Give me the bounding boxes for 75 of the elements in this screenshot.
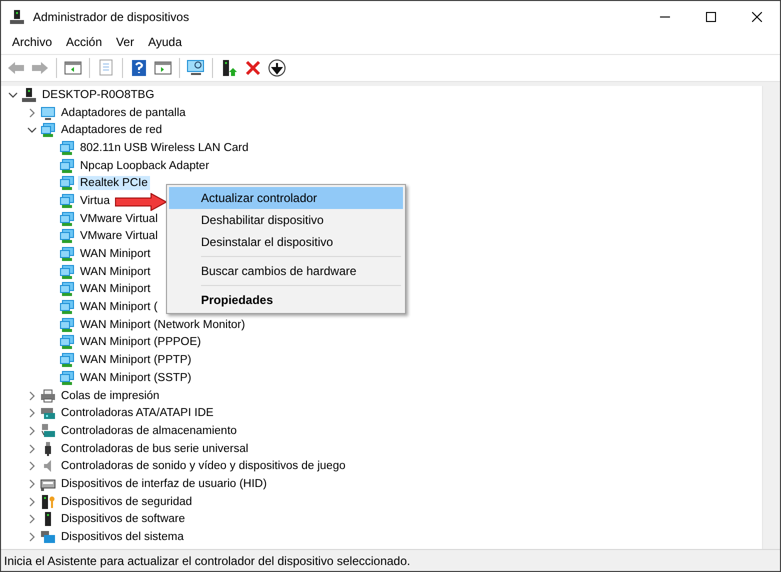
context-menu-item[interactable]: Propiedades [169,289,403,311]
disk-controller-icon [40,405,56,422]
tree-item[interactable]: WAN Miniport (SSTP) [78,370,194,385]
network-icon [59,316,75,333]
action-pane-icon [154,60,172,76]
network-icon [59,246,75,262]
tree-item[interactable]: Npcap Loopback Adapter [78,158,212,173]
app-icon [9,8,25,24]
context-menu-item[interactable]: Desinstalar el dispositivo [169,231,403,253]
network-icon [40,122,56,138]
tree-item[interactable]: Virtua [78,194,112,208]
console-tree-icon [64,60,82,76]
menu-item[interactable]: Archivo [5,32,60,52]
properties-icon [98,59,114,77]
tree-item[interactable]: WAN Miniport [78,282,152,296]
tree-item[interactable]: VMware Virtual [78,229,160,244]
tree-item[interactable]: Adaptadores de red [59,123,164,138]
printer-icon [40,388,56,404]
update-driver-icon [220,59,238,77]
tree-item[interactable]: WAN Miniport ( [78,300,160,314]
tree-item[interactable]: DESKTOP-R0O8TBG [40,88,156,102]
tree-item[interactable]: Controladoras ATA/ATAPI IDE [59,406,216,420]
tree-item[interactable]: Controladoras de bus serie universal [59,442,250,456]
storage-controller-icon [40,422,56,439]
tree-item[interactable]: Controladoras de almacenamiento [59,424,239,438]
network-icon [59,264,75,280]
download-icon [268,59,286,77]
computer-icon [21,86,37,103]
monitor-icon [40,104,56,121]
scrollbar[interactable] [762,86,780,549]
monitor-scan-icon [186,59,206,77]
maximize-icon [706,12,716,22]
help-icon [131,59,147,77]
tree-item[interactable]: 802.11n USB Wireless LAN Card [78,140,251,155]
tree-item[interactable]: WAN Miniport (PPTP) [78,353,194,368]
network-icon [59,175,75,192]
pointer-arrow [115,193,167,211]
menu-item[interactable]: Ver [109,32,142,52]
tree-item[interactable]: WAN Miniport [78,264,152,279]
tree-item[interactable]: Dispositivos del sistema [59,530,186,544]
tree-item[interactable]: Controladoras de sonido y vídeo y dispositivos de juego [59,459,348,474]
network-icon [59,281,75,298]
context-menu-item[interactable]: Actualizar controlador [169,187,403,209]
remove-icon [245,60,261,76]
tree-item[interactable]: Colas de impresión [59,388,162,403]
tree-item[interactable]: Adaptadores de pantalla [59,106,188,120]
tree-item[interactable]: VMware Virtual [78,212,160,226]
network-icon [59,334,75,350]
toolbar-button[interactable] [266,57,288,79]
system-device-icon [40,529,56,546]
back-arrow-icon [7,61,25,75]
network-icon [59,210,75,227]
network-icon [59,370,75,386]
network-icon [59,158,75,174]
context-menu-item[interactable]: Deshabilitar dispositivo [169,209,403,231]
tree-item[interactable]: WAN Miniport [78,247,152,262]
menu-item[interactable]: Acción [59,32,110,52]
tree-item[interactable]: Dispositivos de seguridad [59,494,194,509]
close-icon [752,12,762,22]
network-icon [59,228,75,244]
context-menu-item[interactable]: Buscar cambios de hardware [169,260,403,282]
network-icon [59,192,75,209]
security-device-icon [40,494,56,510]
tree-item[interactable]: Realtek PCIe [78,176,150,190]
tree-item[interactable]: Dispositivos de software [59,512,187,526]
tree-item[interactable]: WAN Miniport (PPPOE) [78,335,203,350]
forward-arrow-icon [31,61,49,75]
window-title: Administrador de dispositivos [33,10,190,24]
tree-item[interactable]: Dispositivos de interfaz de usuario (HID) [59,476,269,491]
network-icon [59,140,75,156]
status-text: Inicia el Asistente para actualizar el controlador del dispositivo seleccionado. [4,554,410,568]
network-icon [59,299,75,316]
menu-item[interactable]: Ayuda [141,32,189,52]
tree-item[interactable]: WAN Miniport (Network Monitor) [78,318,248,332]
network-icon [59,352,75,368]
